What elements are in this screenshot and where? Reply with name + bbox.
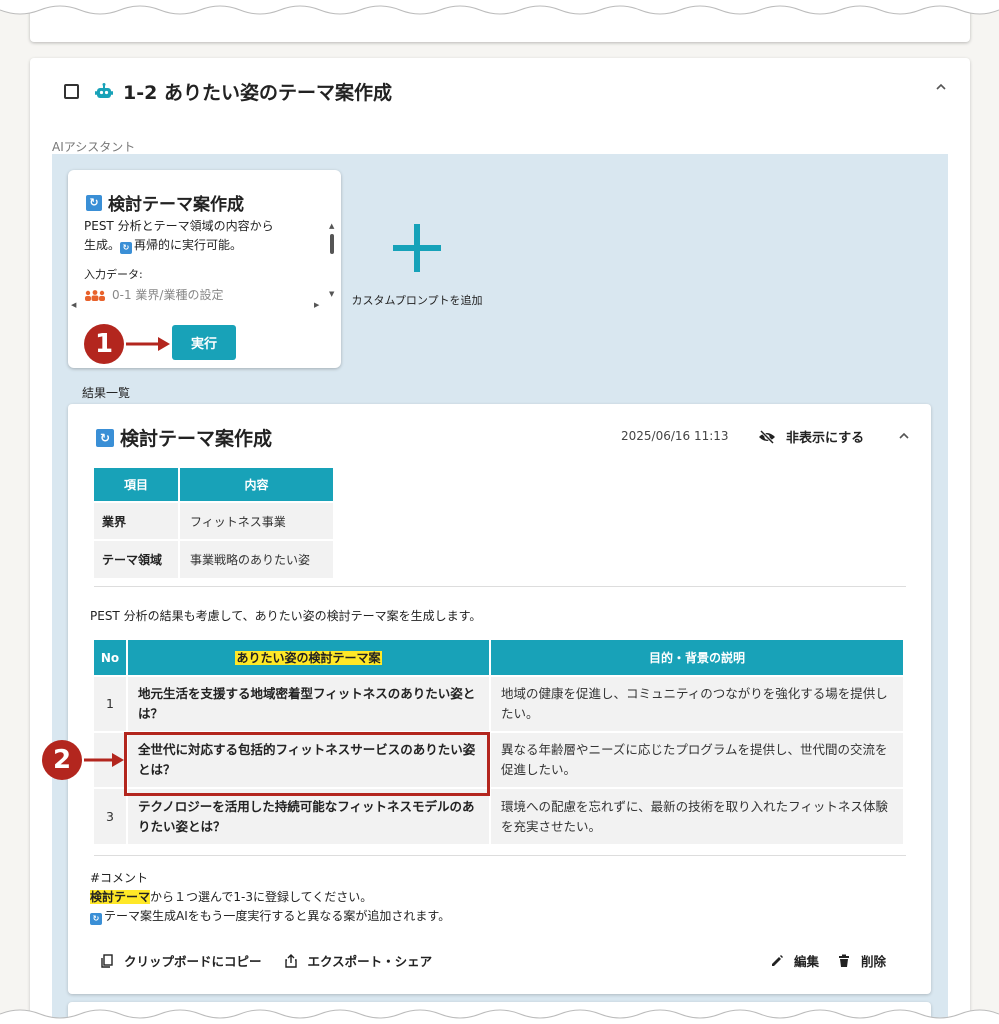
scroll-right-icon[interactable]: ▶	[314, 301, 319, 309]
eye-off-icon[interactable]	[758, 429, 776, 444]
comment-line-2: ↻ テーマ案生成AIをもう一度実行すると異なる案が追加されます。	[90, 907, 450, 926]
ai-badge-icon: ↻	[120, 242, 133, 254]
theme-header-no: No	[94, 640, 128, 676]
theme-header-theme-text: ありたい姿の検討テーマ案	[235, 651, 382, 665]
comment-block: #コメント 検討テーマから１つ選んで1-3に登録してください。 ↻ テーマ案生成A…	[90, 869, 450, 926]
table-row: テーマ領域 事業戦略のありたい姿	[94, 539, 335, 578]
result-title: ↻ 検討テーマ案作成	[96, 424, 272, 451]
export-label[interactable]: エクスポート・シェア	[308, 951, 433, 970]
table-row: 業界 フィットネス事業	[94, 501, 335, 540]
table-row: 1 地元生活を支援する地域密着型フィットネスのありたい姿とは？ 地域の健康を促進…	[94, 675, 905, 732]
hide-button[interactable]: 非表示にする	[758, 427, 864, 446]
pencil-icon[interactable]	[770, 954, 784, 968]
row-no: 1	[94, 675, 128, 732]
row-no: 3	[94, 787, 128, 844]
copy-label[interactable]: クリップボードにコピー	[124, 951, 262, 970]
torn-edge-bottom	[0, 1009, 999, 1024]
comment-line-1: 検討テーマから１つ選んで1-3に登録してください。	[90, 888, 450, 907]
torn-edge-top	[0, 0, 999, 15]
add-custom-prompt-label[interactable]: カスタムプロンプトを追加	[342, 292, 492, 308]
comment-line-2-text: テーマ案生成AIをもう一度実行すると異なる案が追加されます。	[104, 909, 451, 923]
section-checkbox[interactable]	[64, 84, 79, 99]
row-purpose: 地域の健康を促進し、コミュニティのつながりを強化する場を提供したい。	[490, 675, 905, 732]
result-timestamp: 2025/06/16 11:13	[621, 429, 729, 443]
edit-button[interactable]: 編集	[770, 951, 819, 970]
footer-actions: クリップボードにコピー エクスポート・シェア	[100, 951, 432, 970]
edit-label[interactable]: 編集	[794, 951, 819, 970]
delete-label[interactable]: 削除	[861, 951, 886, 970]
trash-icon[interactable]	[837, 954, 851, 968]
desc-line-2: 生成。 ↻ 再帰的に実行可能。	[84, 236, 314, 255]
annotation-marker-2: 2	[42, 740, 82, 780]
theme-header-purpose: 目的・背景の説明	[490, 640, 905, 676]
divider	[94, 586, 906, 587]
ai-assistant-panel: ↻ 検討テーマ案作成 PEST 分析とテーマ領域の内容から 生成。 ↻ 再帰的に実行…	[52, 154, 948, 1024]
input-data-item: 0-1 業界/業種の設定	[84, 286, 223, 303]
table-row: 3 テクノロジーを活用した持続可能なフィットネスモデルのありたい姿とは？ 環境へ…	[94, 787, 905, 844]
divider	[94, 855, 906, 856]
prompt-card-description: PEST 分析とテーマ領域の内容から 生成。 ↻ 再帰的に実行可能。	[84, 217, 314, 255]
chevron-up-icon[interactable]	[934, 80, 948, 94]
annotation-arrow-2	[84, 753, 124, 767]
scroll-down-icon[interactable]: ▼	[329, 290, 334, 298]
desc-line-2-prefix: 生成。	[84, 238, 121, 252]
scroll-left-icon[interactable]: ◀	[71, 301, 76, 309]
hide-label[interactable]: 非表示にする	[786, 427, 864, 446]
theme-header-theme: ありたい姿の検討テーマ案	[127, 640, 491, 676]
annotation-marker-1: 1	[84, 324, 124, 364]
annotation-highlight-box	[124, 732, 490, 796]
scroll-thumb[interactable]	[330, 234, 334, 254]
input-data-text: 0-1 業界/業種の設定	[112, 288, 224, 302]
section-card: 1-2 ありたい姿のテーマ案作成 AIアシスタント ↻ 検討テーマ案作成 PES…	[30, 58, 970, 1024]
desc-line-1: PEST 分析とテーマ領域の内容から	[84, 219, 274, 233]
plus-icon[interactable]	[393, 224, 441, 272]
section-header: 1-2 ありたい姿のテーマ案作成	[64, 78, 392, 105]
people-icon	[85, 289, 105, 301]
row-theme: テクノロジーを活用した持続可能なフィットネスモデルのありたい姿とは？	[127, 787, 491, 844]
results-label: 結果一覧	[82, 386, 131, 400]
comment-line-1-rest: から１つ選んで1-3に登録してください。	[150, 890, 373, 904]
share-icon[interactable]	[284, 953, 298, 968]
input-data-label: 入力データ:	[84, 268, 143, 281]
row-theme: 地元生活を支援する地域密着型フィットネスのありたい姿とは？	[127, 675, 491, 732]
run-button[interactable]: 実行	[172, 325, 236, 360]
prompt-card-title: ↻ 検討テーマ案作成	[86, 190, 244, 215]
info-value: フィットネス事業	[179, 501, 335, 540]
result-title-text: 検討テーマ案作成	[120, 428, 273, 450]
info-key: テーマ領域	[94, 539, 180, 578]
result-card: ↻ 検討テーマ案作成 2025/06/16 11:13 非表示にする 項目 内容…	[68, 404, 931, 994]
desc-line-2-suffix: 再帰的に実行可能。	[134, 238, 243, 252]
prompt-card-title-text: 検討テーマ案作成	[108, 195, 244, 215]
copy-button[interactable]: クリップボードにコピー	[100, 951, 262, 970]
ai-badge-icon: ↻	[86, 194, 102, 211]
ai-badge-icon: ↻	[96, 428, 114, 447]
ai-assistant-label: AIアシスタント	[52, 140, 136, 154]
info-header-content: 内容	[179, 468, 335, 502]
row-purpose: 環境への配慮を忘れずに、最新の技術を取り入れたフィットネス体験を充実させたい。	[490, 787, 905, 844]
comment-highlight: 検討テーマ	[90, 890, 151, 904]
robot-icon	[95, 82, 113, 98]
export-button[interactable]: エクスポート・シェア	[284, 951, 433, 970]
add-custom-prompt[interactable]: カスタムプロンプトを追加	[342, 224, 492, 308]
pest-note: PEST 分析の結果も考慮して、ありたい姿の検討テーマ案を生成します。	[90, 609, 482, 623]
section-title: 1-2 ありたい姿のテーマ案作成	[123, 82, 392, 104]
annotation-arrow-1	[126, 337, 170, 351]
info-value: 事業戦略のありたい姿	[179, 539, 335, 578]
chevron-up-icon[interactable]	[898, 430, 910, 442]
scroll-up-icon[interactable]: ▲	[329, 222, 334, 230]
footer-right-actions: 編集 削除	[770, 951, 886, 970]
info-header-item: 項目	[94, 468, 180, 502]
info-table: 項目 内容 業界 フィットネス事業 テーマ領域 事業戦略のありたい姿	[94, 468, 335, 578]
row-purpose: 異なる年齢層やニーズに応じたプログラムを提供し、世代間の交流を促進したい。	[490, 731, 905, 788]
delete-button[interactable]: 削除	[837, 951, 886, 970]
ai-badge-icon: ↻	[90, 913, 102, 925]
comment-heading: #コメント	[90, 871, 149, 885]
vertical-scrollbar[interactable]: ▲ ▼	[327, 220, 337, 298]
clipboard-icon[interactable]	[100, 953, 114, 968]
info-key: 業界	[94, 501, 180, 540]
